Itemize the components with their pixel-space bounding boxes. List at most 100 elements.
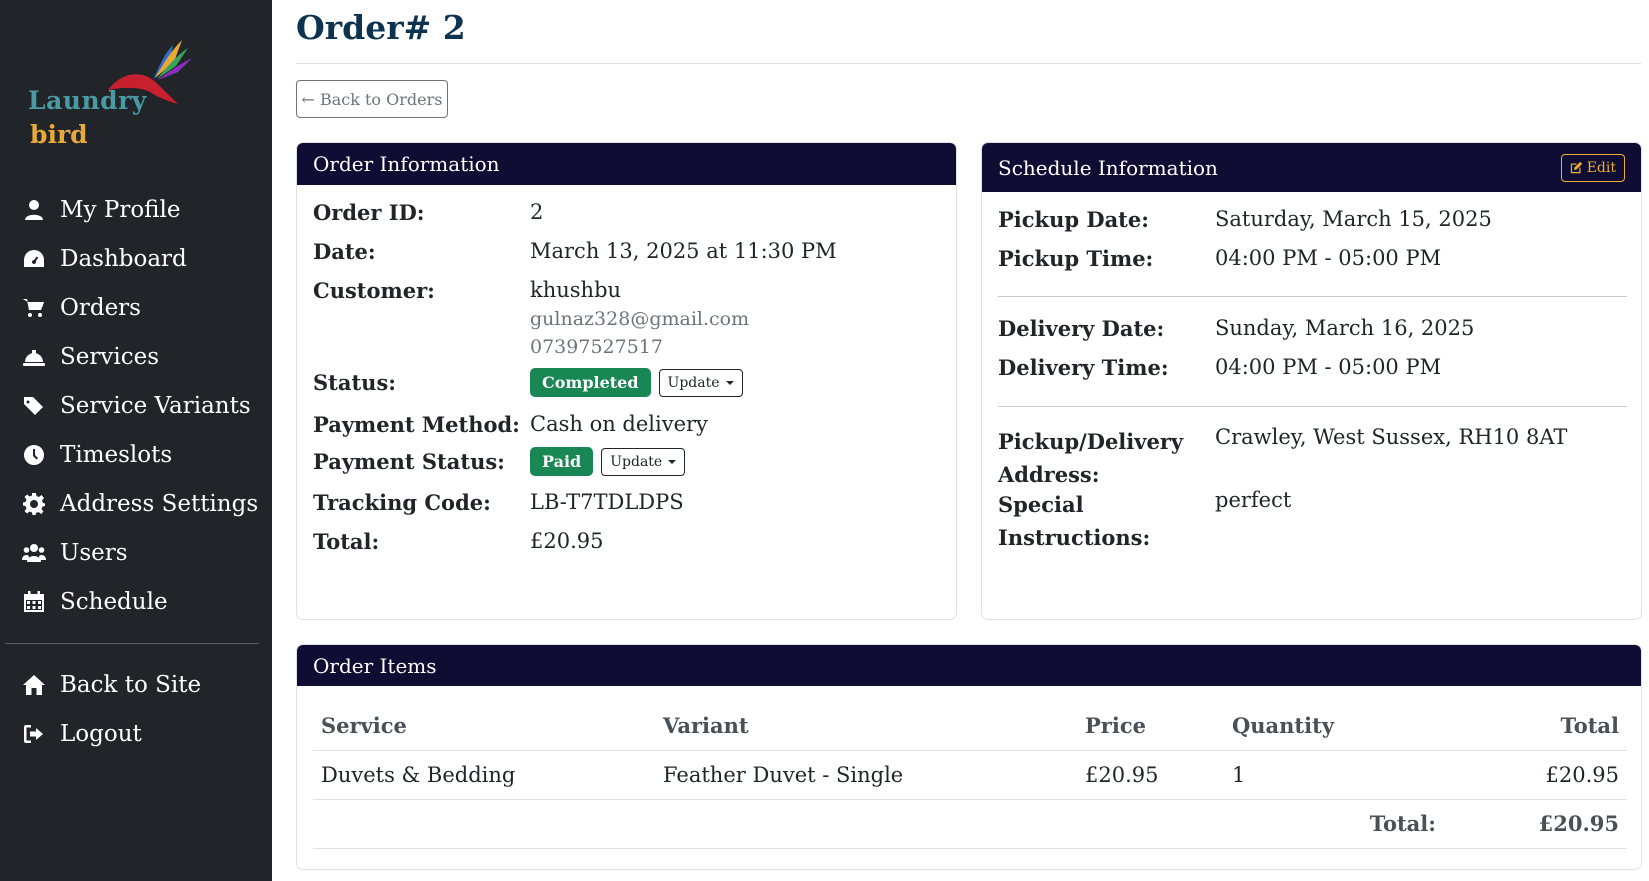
customer-name: khushbu [530, 278, 622, 302]
cell-service: Duvets & Bedding [313, 750, 655, 800]
cart-icon [20, 294, 48, 322]
cell-price: £20.95 [1077, 750, 1224, 800]
sidebar-item-label: Address Settings [60, 490, 259, 517]
delivery-date-label: Delivery Date: [998, 316, 1165, 341]
sidebar-item-label: Schedule [60, 588, 168, 615]
sidebar-item-service-variants[interactable]: Service Variants [0, 381, 272, 430]
caret-down-icon [668, 459, 677, 464]
payment-status-label: Payment Status: [313, 449, 505, 474]
sidebar-item-dashboard[interactable]: Dashboard [0, 234, 272, 283]
page-title: Order# 2 [296, 8, 466, 47]
order-id-value: 2 [530, 200, 544, 224]
sidebar-item-label: Timeslots [60, 441, 173, 468]
tracking-label: Tracking Code: [313, 490, 491, 515]
title-divider [296, 63, 1641, 64]
sidebar-item-label: Orders [60, 294, 141, 321]
update-label: Update [610, 453, 663, 470]
sidebar-item-schedule[interactable]: Schedule [0, 577, 272, 626]
customer-phone: 07397527517 [530, 336, 663, 358]
main-content: Order# 2 ← Back to Orders Order Informat… [272, 0, 1649, 881]
delivery-time-value: 04:00 PM - 05:00 PM [1215, 355, 1442, 379]
sidebar-item-label: Users [60, 539, 128, 566]
total-label: Total: [313, 529, 380, 554]
calendar-icon [20, 588, 48, 616]
table-row: Duvets & Bedding Feather Duvet - Single … [313, 750, 1627, 800]
sidebar-item-my-profile[interactable]: My Profile [0, 185, 272, 234]
schedule-divider [998, 406, 1627, 407]
address-label-line1: Pickup/Delivery [998, 429, 1184, 454]
bell-icon [20, 343, 48, 371]
sidebar-item-label: Logout [60, 720, 142, 747]
card-title: Schedule Information [998, 155, 1218, 180]
instructions-label: Special Instructions: [998, 488, 1215, 554]
sidebar-item-back-to-site[interactable]: Back to Site [0, 660, 272, 709]
instructions-row: Special Instructions: perfect [998, 488, 1291, 554]
sidebar: Laundry bird My Profile Dashboard Orders… [0, 0, 272, 881]
sidebar-item-logout[interactable]: Logout [0, 709, 272, 758]
delivery-date-value: Sunday, March 16, 2025 [1215, 316, 1475, 340]
delivery-time-label: Delivery Time: [998, 355, 1169, 380]
sidebar-nav: My Profile Dashboard Orders Services Ser… [0, 185, 272, 626]
instructions-value: perfect [1215, 488, 1292, 512]
cell-quantity: 1 [1224, 750, 1444, 800]
order-items-table: Service Variant Price Quantity Total Duv… [313, 701, 1627, 849]
payment-method-row: Payment Method: Cash on delivery [313, 412, 708, 437]
payment-status-update-dropdown[interactable]: Update [601, 447, 686, 476]
payment-method-value: Cash on delivery [530, 412, 708, 436]
brand-logo[interactable]: Laundry bird [28, 30, 192, 155]
date-label: Date: [313, 239, 376, 264]
card-title: Order Information [313, 152, 500, 176]
cell-total: £20.95 [1444, 750, 1627, 800]
column-header-quantity: Quantity [1224, 701, 1444, 751]
status-update-dropdown[interactable]: Update [658, 368, 743, 397]
card-header: Order Items [297, 645, 1641, 686]
tags-icon [20, 392, 48, 420]
instructions-label-line2: Instructions: [998, 525, 1151, 550]
brand-line1: Laundry [28, 86, 147, 115]
address-label: Pickup/Delivery Address: [998, 425, 1215, 491]
cell-variant: Feather Duvet - Single [655, 750, 1077, 800]
sidebar-item-address-settings[interactable]: Address Settings [0, 479, 272, 528]
instructions-label-line1: Special [998, 492, 1084, 517]
card-title: Order Items [313, 653, 437, 678]
order-id-row: Order ID: 2 [313, 200, 543, 225]
grand-total-label: Total: [313, 799, 1444, 849]
total-row: Total: £20.95 [313, 529, 603, 554]
column-header-total: Total [1444, 701, 1627, 751]
column-header-variant: Variant [655, 701, 1077, 751]
sidebar-item-services[interactable]: Services [0, 332, 272, 381]
user-icon [20, 196, 48, 224]
sidebar-item-timeslots[interactable]: Timeslots [0, 430, 272, 479]
sidebar-item-label: My Profile [60, 196, 181, 223]
delivery-time-row: Delivery Time: 04:00 PM - 05:00 PM [998, 355, 1441, 380]
table-total-row: Total: £20.95 [313, 799, 1627, 849]
brand-line2: bird [30, 120, 88, 149]
payment-method-label: Payment Method: [313, 412, 520, 437]
pickup-date-row: Pickup Date: Saturday, March 15, 2025 [998, 207, 1492, 232]
table-header-row: Service Variant Price Quantity Total [313, 701, 1627, 751]
back-to-orders-label: Back to Orders [319, 89, 443, 109]
caret-down-icon [725, 380, 734, 385]
back-to-orders-button[interactable]: ← Back to Orders [296, 80, 448, 118]
edit-schedule-button[interactable]: Edit [1560, 153, 1625, 182]
gauge-icon [20, 245, 48, 273]
gear-icon [20, 490, 48, 518]
grand-total-value: £20.95 [1444, 799, 1627, 849]
address-row: Pickup/Delivery Address: Crawley, West S… [998, 425, 1567, 491]
pickup-date-label: Pickup Date: [998, 207, 1149, 232]
status-row: Status: Completed Update [313, 368, 743, 397]
order-items-card: Order Items Service Variant Price Quanti… [296, 644, 1642, 870]
tracking-row: Tracking Code: LB-T7TDLDPS [313, 490, 684, 515]
logout-icon [20, 720, 48, 748]
card-header: Schedule Information Edit [982, 143, 1641, 192]
sidebar-item-users[interactable]: Users [0, 528, 272, 577]
order-id-label: Order ID: [313, 200, 425, 225]
address-label-line2: Address: [998, 462, 1100, 487]
status-badge: Completed [530, 368, 651, 397]
customer-email: gulnaz328@gmail.com [530, 308, 750, 330]
payment-status-row: Payment Status: Paid Update [313, 447, 686, 476]
sidebar-item-orders[interactable]: Orders [0, 283, 272, 332]
card-header: Order Information [297, 143, 956, 185]
home-icon [20, 671, 48, 699]
schedule-information-card: Schedule Information Edit Pickup Date: S… [981, 142, 1642, 620]
